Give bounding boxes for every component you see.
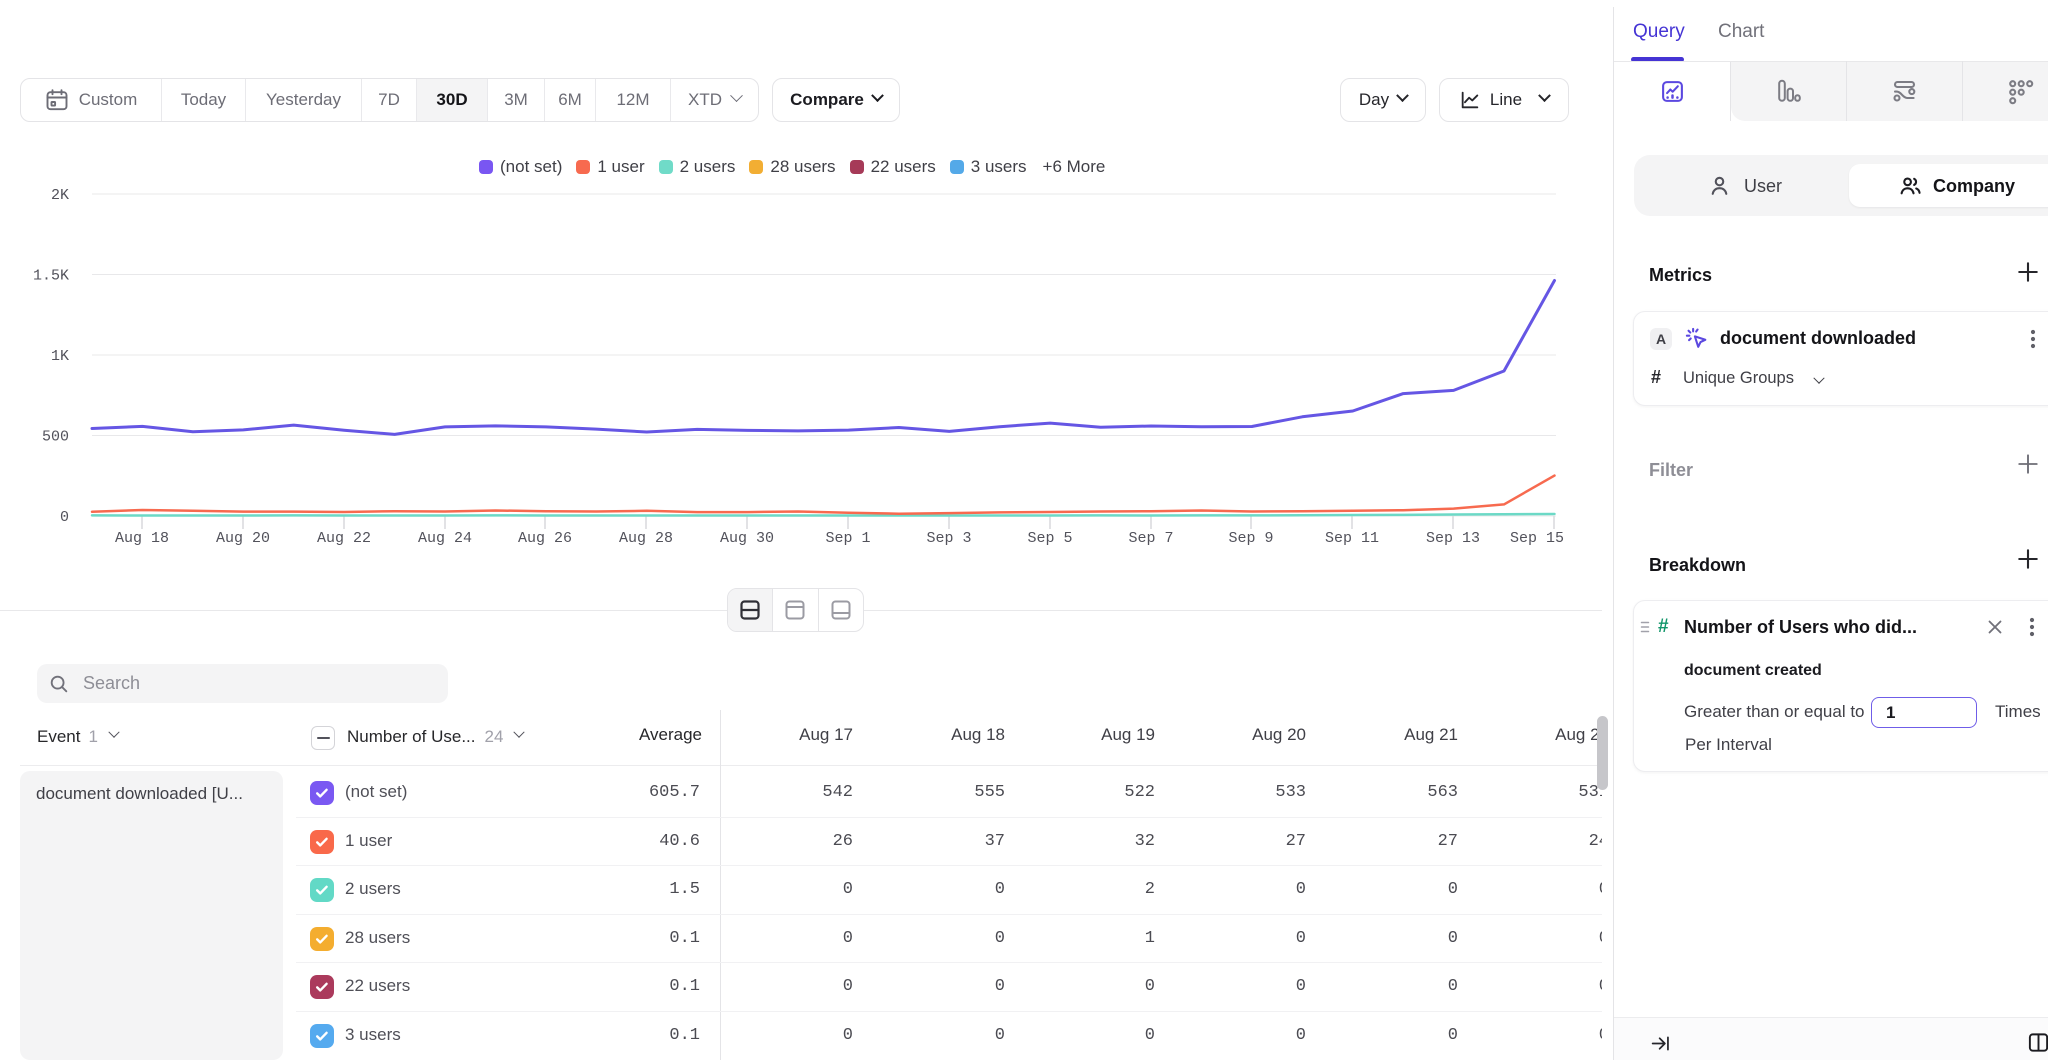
svg-text:Aug 18: Aug 18 [115, 530, 169, 547]
svg-text:Sep 7: Sep 7 [1128, 530, 1173, 547]
svg-text:Sep 3: Sep 3 [926, 530, 971, 547]
svg-text:Sep 9: Sep 9 [1228, 530, 1273, 547]
svg-text:Sep 5: Sep 5 [1027, 530, 1072, 547]
svg-text:Aug 28: Aug 28 [619, 530, 673, 547]
svg-text:Aug 30: Aug 30 [720, 530, 774, 547]
svg-text:Aug 20: Aug 20 [216, 530, 270, 547]
svg-text:500: 500 [42, 429, 69, 446]
svg-text:1K: 1K [51, 348, 69, 365]
svg-text:Sep 1: Sep 1 [825, 530, 870, 547]
svg-text:Sep 15: Sep 15 [1510, 530, 1564, 547]
svg-text:Aug 26: Aug 26 [518, 530, 572, 547]
svg-text:Sep 13: Sep 13 [1426, 530, 1480, 547]
svg-text:2K: 2K [51, 187, 69, 204]
svg-text:Aug 24: Aug 24 [418, 530, 472, 547]
svg-text:1.5K: 1.5K [33, 268, 69, 285]
svg-text:Aug 22: Aug 22 [317, 530, 371, 547]
svg-text:Sep 11: Sep 11 [1325, 530, 1379, 547]
svg-text:0: 0 [60, 509, 69, 526]
